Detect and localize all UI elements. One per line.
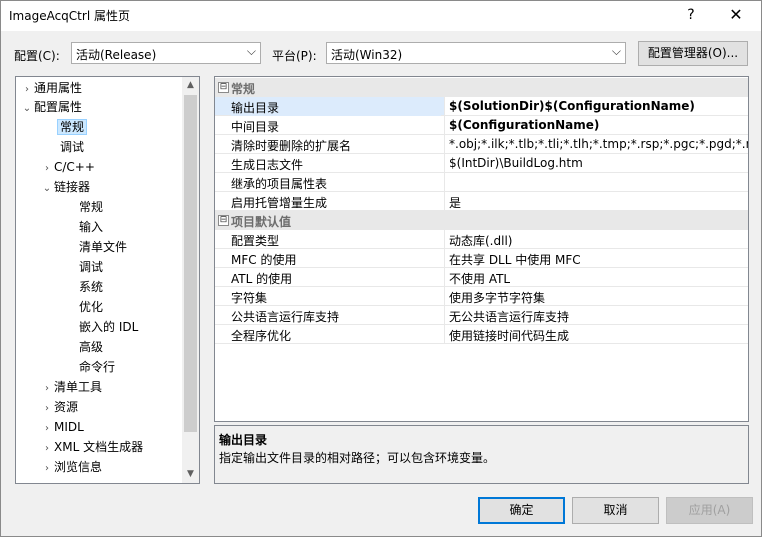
collapse-icon[interactable]: ⊟: [218, 82, 229, 93]
platform-combo[interactable]: 活动(Win32) ⌵: [326, 42, 626, 64]
tree-item-linker-general[interactable]: 常规: [79, 198, 103, 217]
property-row[interactable]: 公共语言运行库支持 无公共语言运行库支持: [215, 306, 748, 325]
property-row[interactable]: 生成日志文件 $(IntDir)\BuildLog.htm: [215, 154, 748, 173]
platform-label: 平台(P):: [272, 49, 317, 63]
configuration-value: 活动(Release): [76, 48, 157, 62]
category-project-defaults[interactable]: ⊟ 项目默认值: [215, 211, 748, 230]
tree-item-configuration-properties[interactable]: ⌄ 配置属性: [20, 98, 82, 117]
configuration-label: 配置(C):: [14, 49, 60, 63]
tree-item-general[interactable]: 常规: [56, 118, 88, 137]
apply-button[interactable]: 应用(A): [666, 497, 753, 524]
chevron-right-icon[interactable]: ›: [40, 399, 54, 418]
platform-value: 活动(Win32): [331, 48, 403, 62]
tree-item-manifest-tool[interactable]: › 清单工具: [40, 378, 102, 397]
chevron-right-icon[interactable]: ›: [20, 80, 34, 99]
tree-item-linker-embedded-idl[interactable]: 嵌入的 IDL: [79, 318, 138, 337]
category-tree: › 通用属性 ⌄ 配置属性 常规 调试 › C/C++ ⌄ 链接器 常规 输入 清单文件…: [15, 76, 200, 484]
property-row[interactable]: 输出目录 $(SolutionDir)$(ConfigurationName): [215, 97, 748, 116]
scroll-thumb[interactable]: [184, 95, 197, 432]
property-row[interactable]: 启用托管增量生成 是: [215, 192, 748, 211]
tree-item-common-properties[interactable]: › 通用属性: [20, 79, 82, 98]
property-row[interactable]: 中间目录 $(ConfigurationName): [215, 116, 748, 135]
tree-item-linker-input[interactable]: 输入: [79, 218, 103, 237]
tree-item-linker-system[interactable]: 系统: [79, 278, 103, 297]
scroll-up-icon[interactable]: ▲: [182, 77, 199, 94]
tree-item-linker-optimization[interactable]: 优化: [79, 298, 103, 317]
cancel-button[interactable]: 取消: [572, 497, 659, 524]
collapse-icon[interactable]: ⊟: [218, 215, 229, 226]
tree-item-midl[interactable]: › MIDL: [40, 418, 84, 437]
property-pages-window: ImageAcqCtrl 属性页 ? ✕ 配置(C): 活动(Release) …: [0, 0, 762, 537]
tree-item-browse-info[interactable]: › 浏览信息: [40, 458, 102, 477]
description-panel: 输出目录 指定输出文件目录的相对路径；可以包含环境变量。: [214, 425, 749, 484]
tree-item-linker-command-line[interactable]: 命令行: [79, 358, 115, 377]
chevron-right-icon[interactable]: ›: [40, 459, 54, 478]
property-row[interactable]: 清除时要删除的扩展名 *.obj;*.ilk;*.tlb;*.tli;*.tlh…: [215, 135, 748, 154]
scroll-down-icon[interactable]: ▼: [182, 466, 199, 483]
chevron-down-icon[interactable]: ⌄: [40, 179, 54, 198]
window-title: ImageAcqCtrl 属性页: [9, 9, 130, 23]
tree-item-cpp[interactable]: › C/C++: [40, 158, 95, 177]
property-row[interactable]: 字符集 使用多字节字符集: [215, 287, 748, 306]
description-title: 输出目录: [219, 433, 268, 447]
title-bar: ImageAcqCtrl 属性页 ? ✕: [1, 1, 761, 31]
tree-item-linker-advanced[interactable]: 高级: [79, 338, 103, 357]
chevron-right-icon[interactable]: ›: [40, 439, 54, 458]
description-text: 指定输出文件目录的相对路径；可以包含环境变量。: [219, 451, 496, 465]
tree-item-debugging[interactable]: 调试: [60, 138, 84, 157]
close-button[interactable]: ✕: [716, 1, 756, 29]
tree-item-linker[interactable]: ⌄ 链接器: [40, 178, 90, 197]
configuration-combo[interactable]: 活动(Release) ⌵: [71, 42, 261, 64]
tree-item-xml-doc-generator[interactable]: › XML 文档生成器: [40, 438, 143, 457]
chevron-down-icon: ⌵: [611, 44, 621, 58]
chevron-right-icon[interactable]: ›: [40, 379, 54, 398]
tree-item-linker-manifest[interactable]: 清单文件: [79, 238, 127, 257]
category-general[interactable]: ⊟ 常规: [215, 78, 748, 97]
tree-scrollbar[interactable]: ▲ ▼: [182, 77, 199, 483]
property-row[interactable]: ATL 的使用 不使用 ATL: [215, 268, 748, 287]
property-row[interactable]: 继承的项目属性表: [215, 173, 748, 192]
tree-item-linker-debugging[interactable]: 调试: [79, 258, 103, 277]
chevron-down-icon[interactable]: ⌄: [20, 99, 34, 118]
property-grid: ⊟ 常规 输出目录 $(SolutionDir)$(ConfigurationN…: [214, 76, 749, 422]
property-row[interactable]: 配置类型 动态库(.dll): [215, 230, 748, 249]
property-row[interactable]: 全程序优化 使用链接时间代码生成: [215, 325, 748, 344]
chevron-right-icon[interactable]: ›: [40, 159, 54, 178]
chevron-down-icon: ⌵: [246, 44, 256, 58]
property-row[interactable]: MFC 的使用 在共享 DLL 中使用 MFC: [215, 249, 748, 268]
chevron-right-icon[interactable]: ›: [40, 419, 54, 438]
tree-item-resources[interactable]: › 资源: [40, 398, 78, 417]
help-button[interactable]: ?: [671, 1, 711, 29]
ok-button[interactable]: 确定: [478, 497, 565, 524]
configuration-manager-button[interactable]: 配置管理器(O)...: [638, 41, 748, 66]
